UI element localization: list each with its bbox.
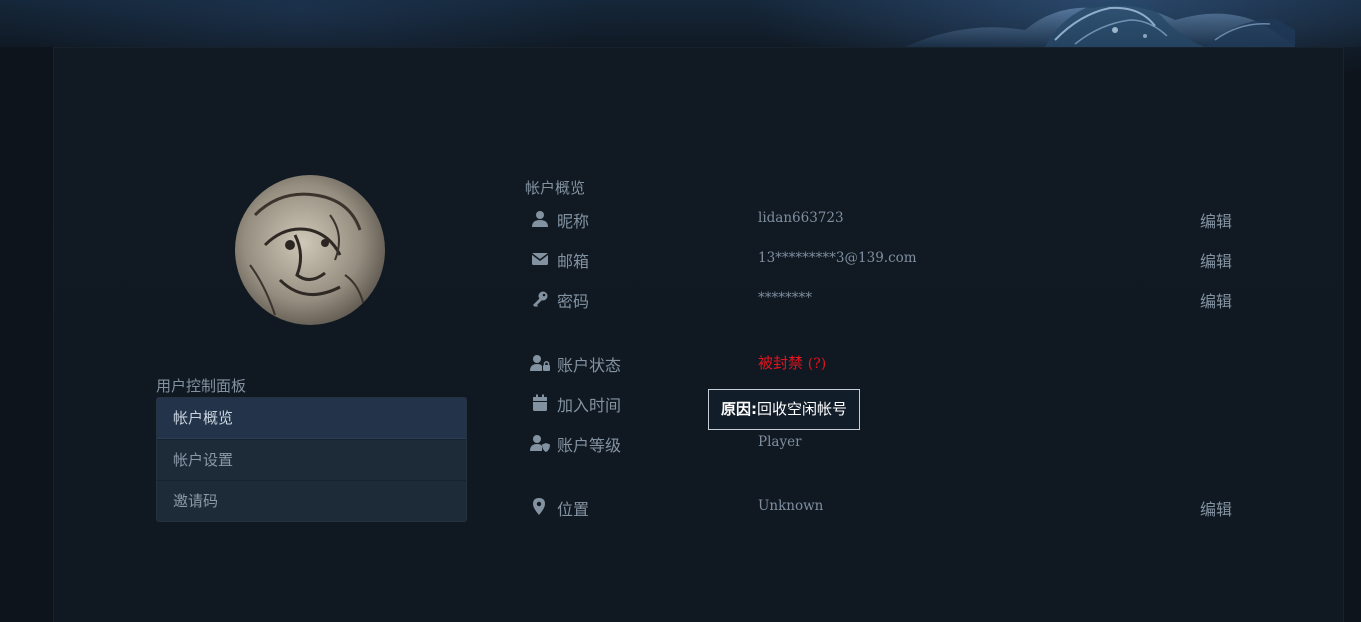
location-value: Unknown: [758, 498, 824, 514]
account-status-value: 被封禁 (?): [758, 352, 826, 373]
avatar-image: [235, 175, 385, 325]
sidebar-menu: 帐户概览 帐户设置 邀请码: [156, 397, 467, 522]
envelope-icon: [531, 253, 549, 265]
calendar-icon: [533, 394, 547, 411]
edit-password-button[interactable]: 编辑: [1200, 288, 1232, 312]
account-level-label: 账户等级: [557, 436, 622, 455]
password-value: ********: [758, 290, 812, 306]
tooltip-reason-key: 原因:: [720, 400, 757, 418]
edit-location-button[interactable]: 编辑: [1200, 496, 1232, 520]
join-date-label: 加入时间: [557, 396, 622, 415]
nickname-row: 昵称 lidan663723 编辑: [530, 206, 1240, 232]
banned-status-text: 被封禁: [758, 354, 804, 372]
password-label: 密码: [557, 292, 590, 311]
sidebar-title: 用户控制面板: [156, 377, 247, 395]
banner-artwork: [905, 0, 1295, 47]
account-panel: [53, 47, 1344, 622]
email-value: 13*********3@139.com: [758, 250, 917, 266]
location-label: 位置: [557, 500, 590, 519]
account-level-value: Player: [758, 434, 802, 450]
ban-reason-help-link[interactable]: (?): [808, 356, 826, 372]
email-label: 邮箱: [557, 252, 590, 271]
user-shield-icon: [530, 435, 550, 452]
nickname-label: 昵称: [557, 212, 590, 231]
account-status-row: 账户状态 被封禁 (?): [530, 350, 1240, 376]
sidebar-item-invite-code[interactable]: 邀请码: [157, 480, 466, 521]
ban-reason-tooltip: 原因:回收空闲帐号: [708, 389, 860, 430]
user-icon: [532, 211, 548, 227]
password-row: 密码 ******** 编辑: [530, 286, 1240, 312]
join-date-row: 加入时间: [530, 390, 1240, 416]
email-row: 邮箱 13*********3@139.com 编辑: [530, 246, 1240, 272]
map-pin-icon: [533, 498, 545, 515]
nickname-value: lidan663723: [758, 210, 844, 226]
edit-email-button[interactable]: 编辑: [1200, 248, 1232, 272]
location-row: 位置 Unknown 编辑: [530, 494, 1240, 520]
section-title: 帐户概览: [525, 179, 586, 197]
edit-nickname-button[interactable]: 编辑: [1200, 208, 1232, 232]
tooltip-reason-text: 回收空闲帐号: [756, 400, 847, 418]
sidebar-item-account-overview[interactable]: 帐户概览: [157, 398, 466, 439]
account-status-label: 账户状态: [557, 356, 622, 375]
account-level-row: 账户等级 Player: [530, 430, 1240, 456]
sidebar-item-account-settings[interactable]: 帐户设置: [157, 439, 466, 480]
user-lock-icon: [530, 355, 550, 371]
key-icon: [533, 291, 548, 307]
avatar: [235, 175, 385, 325]
